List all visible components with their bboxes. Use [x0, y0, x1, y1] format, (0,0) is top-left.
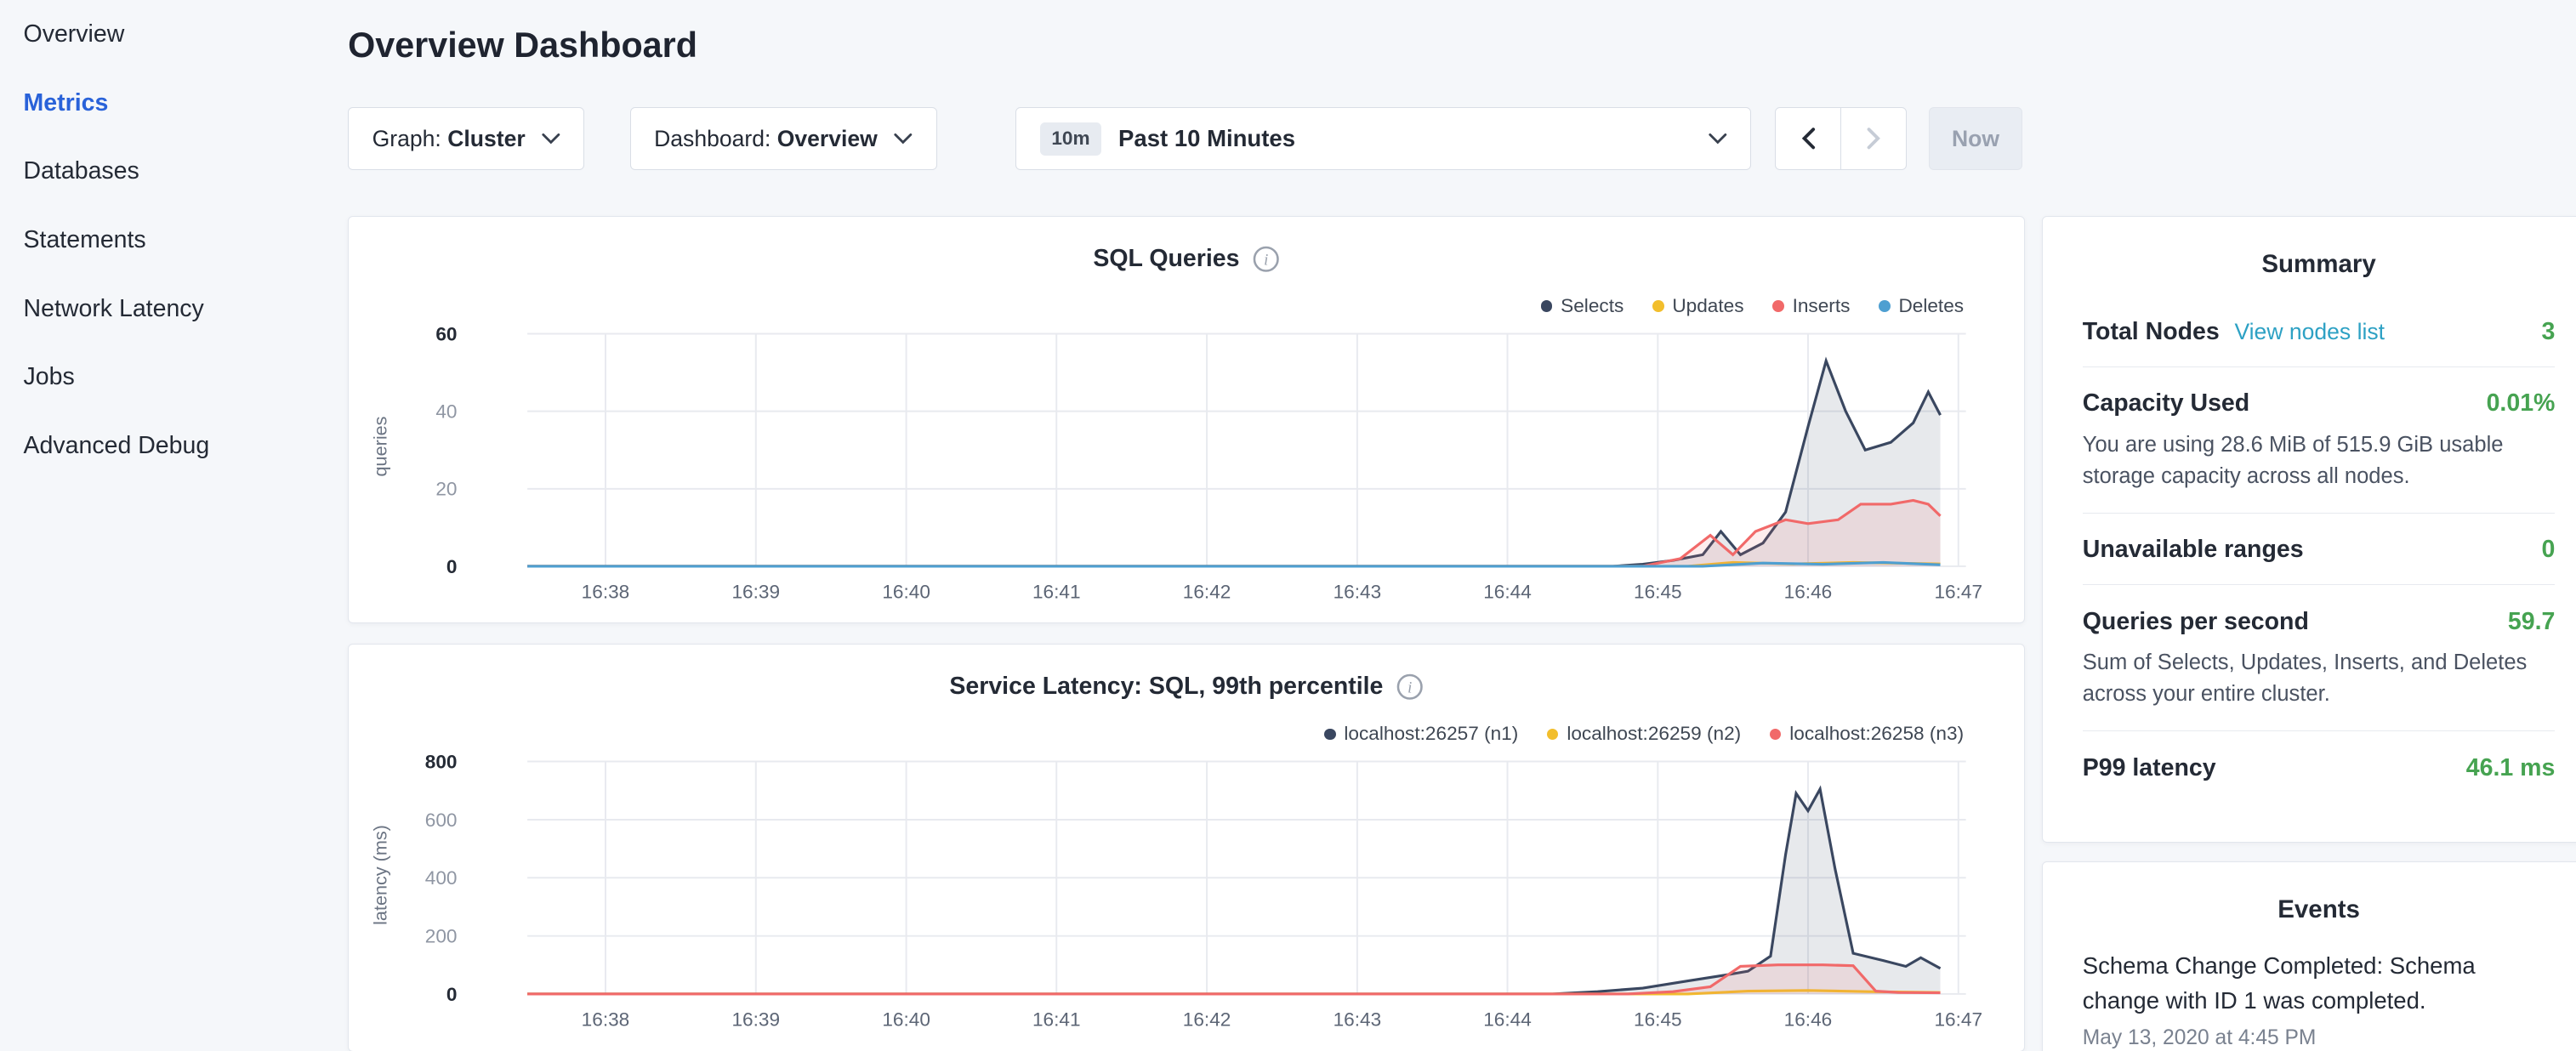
- svg-text:16:40: 16:40: [883, 1008, 931, 1030]
- app-viewport: OverviewMetricsDatabasesStatementsNetwor…: [0, 0, 2576, 1050]
- sidebar-item-metrics[interactable]: Metrics: [0, 69, 343, 138]
- svg-text:200: 200: [425, 926, 458, 947]
- chevron-down-icon: [894, 133, 913, 145]
- chevron-down-icon: [542, 133, 560, 145]
- svg-text:600: 600: [425, 810, 458, 831]
- svg-text:0: 0: [446, 555, 458, 577]
- time-back-button[interactable]: [1775, 107, 1842, 171]
- sidebar-item-advanced-debug[interactable]: Advanced Debug: [0, 412, 343, 480]
- sql-queries-chart-panel: SQL Queries i SelectsUpdatesInsertsDelet…: [348, 216, 2025, 624]
- svg-text:16:41: 16:41: [1032, 581, 1081, 602]
- time-pager: [1775, 107, 1907, 171]
- summary-note: You are using 28.6 MiB of 515.9 GiB usab…: [2083, 429, 2556, 492]
- summary-label: Unavailable ranges: [2083, 536, 2304, 563]
- svg-text:400: 400: [425, 867, 458, 889]
- summary-label: Queries per second: [2083, 608, 2309, 635]
- graph-scope-label: Graph: Cluster: [372, 126, 526, 152]
- sidebar-item-overview[interactable]: Overview: [0, 0, 343, 69]
- event-item: Schema Change Completed: Schema change w…: [2083, 941, 2556, 1050]
- right-column: Summary Total Nodes View nodes list 3 Capac…: [2042, 216, 2576, 1051]
- time-range-badge: 10m: [1040, 122, 1102, 156]
- time-range-label: Past 10 Minutes: [1118, 125, 1692, 152]
- controls-bar: Graph: Cluster Dashboard: Overview 10m P…: [348, 107, 2576, 171]
- events-title: Events: [2083, 862, 2556, 941]
- chart-plot: 0 20 40 60 16:38 16:39 16:40 16:41 16:42 16:43 16:…: [382, 310, 2022, 611]
- sidebar-item-databases[interactable]: Databases: [0, 137, 343, 206]
- svg-text:16:39: 16:39: [732, 581, 781, 602]
- time-forward-button[interactable]: [1840, 107, 1908, 171]
- event-text: Schema Change Completed: Schema change w…: [2083, 948, 2556, 1019]
- dashboard-dropdown[interactable]: Dashboard: Overview: [630, 107, 937, 171]
- chevron-left-icon: [1801, 128, 1817, 150]
- svg-text:20: 20: [436, 478, 458, 499]
- summary-row: Queries per second 59.7 Sum of Selects, Up…: [2083, 585, 2556, 731]
- summary-label: P99 latency: [2083, 754, 2216, 781]
- chart-plot: 0 200 400 600 800 16:38 16:39 16:40 16:41 16:42 16…: [382, 738, 2022, 1039]
- summary-label: Capacity Used: [2083, 389, 2249, 417]
- page-title: Overview Dashboard: [348, 26, 2576, 65]
- svg-text:16:38: 16:38: [582, 1008, 630, 1030]
- summary-panel: Summary Total Nodes View nodes list 3 Capac…: [2042, 216, 2576, 844]
- chevron-down-icon: [1709, 133, 1727, 145]
- summary-title: Summary: [2083, 217, 2556, 296]
- summary-label: Total Nodes: [2083, 318, 2220, 345]
- time-range-selector[interactable]: 10m Past 10 Minutes: [1015, 107, 1751, 171]
- svg-text:16:38: 16:38: [582, 581, 630, 602]
- chart-title: SQL Queries: [1093, 245, 1239, 273]
- svg-text:16:44: 16:44: [1484, 581, 1533, 602]
- svg-text:i: i: [1407, 679, 1412, 697]
- summary-note: Sum of Selects, Updates, Inserts, and De…: [2083, 647, 2556, 710]
- summary-value: 46.1 ms: [2466, 754, 2556, 782]
- summary-value: 3: [2542, 318, 2556, 346]
- svg-text:16:46: 16:46: [1784, 581, 1833, 602]
- dashboard-content: SQL Queries i SelectsUpdatesInsertsDelet…: [348, 216, 2576, 1051]
- summary-value: 59.7: [2508, 608, 2555, 636]
- info-icon[interactable]: i: [1253, 246, 1279, 272]
- charts-column: SQL Queries i SelectsUpdatesInsertsDelet…: [348, 216, 2025, 1051]
- chevron-right-icon: [1866, 128, 1881, 150]
- svg-text:0: 0: [446, 984, 458, 1005]
- sidebar-item-jobs[interactable]: Jobs: [0, 343, 343, 412]
- summary-row: P99 latency 46.1 ms: [2083, 731, 2556, 802]
- svg-text:i: i: [1264, 251, 1268, 269]
- main-content: Overview Dashboard Graph: Cluster Dashbo…: [348, 0, 2576, 1051]
- svg-text:16:44: 16:44: [1484, 1008, 1533, 1030]
- svg-text:16:42: 16:42: [1183, 581, 1231, 602]
- summary-row: Total Nodes View nodes list 3: [2083, 295, 2556, 366]
- now-button[interactable]: Now: [1929, 107, 2022, 171]
- view-nodes-list-link[interactable]: View nodes list: [2234, 319, 2385, 344]
- svg-text:16:45: 16:45: [1634, 581, 1682, 602]
- summary-value: 0.01%: [2487, 389, 2556, 418]
- events-panel: Events Schema Change Completed: Schema c…: [2042, 861, 2576, 1051]
- svg-text:16:47: 16:47: [1935, 1008, 1983, 1030]
- sidebar-nav: OverviewMetricsDatabasesStatementsNetwor…: [0, 0, 343, 1050]
- svg-text:16:41: 16:41: [1032, 1008, 1081, 1030]
- chart-title: Service Latency: SQL, 99th percentile: [949, 673, 1383, 701]
- info-icon[interactable]: i: [1396, 673, 1423, 700]
- service-latency-chart-panel: Service Latency: SQL, 99th percentile i …: [348, 644, 2025, 1051]
- svg-text:16:39: 16:39: [732, 1008, 781, 1030]
- svg-text:16:46: 16:46: [1784, 1008, 1833, 1030]
- summary-rows: Total Nodes View nodes list 3 Capacity Used…: [2083, 295, 2556, 802]
- graph-scope-dropdown[interactable]: Graph: Cluster: [348, 107, 584, 171]
- dashboard-label: Dashboard: Overview: [654, 126, 878, 152]
- sidebar-item-network-latency[interactable]: Network Latency: [0, 275, 343, 344]
- svg-text:40: 40: [436, 401, 458, 422]
- event-timestamp: May 13, 2020 at 4:45 PM: [2083, 1026, 2556, 1050]
- events-list: Schema Change Completed: Schema change w…: [2083, 941, 2556, 1050]
- svg-text:16:40: 16:40: [883, 581, 931, 602]
- svg-text:800: 800: [425, 752, 458, 773]
- summary-row: Unavailable ranges 0: [2083, 514, 2556, 585]
- summary-row: Capacity Used 0.01% You are using 28.6 MiB…: [2083, 367, 2556, 514]
- sidebar-item-statements[interactable]: Statements: [0, 206, 343, 275]
- svg-text:16:43: 16:43: [1333, 581, 1382, 602]
- svg-text:16:42: 16:42: [1183, 1008, 1231, 1030]
- svg-text:16:47: 16:47: [1935, 581, 1983, 602]
- svg-text:16:45: 16:45: [1634, 1008, 1682, 1030]
- svg-text:60: 60: [436, 323, 458, 344]
- svg-text:16:43: 16:43: [1333, 1008, 1382, 1030]
- summary-value: 0: [2542, 536, 2556, 564]
